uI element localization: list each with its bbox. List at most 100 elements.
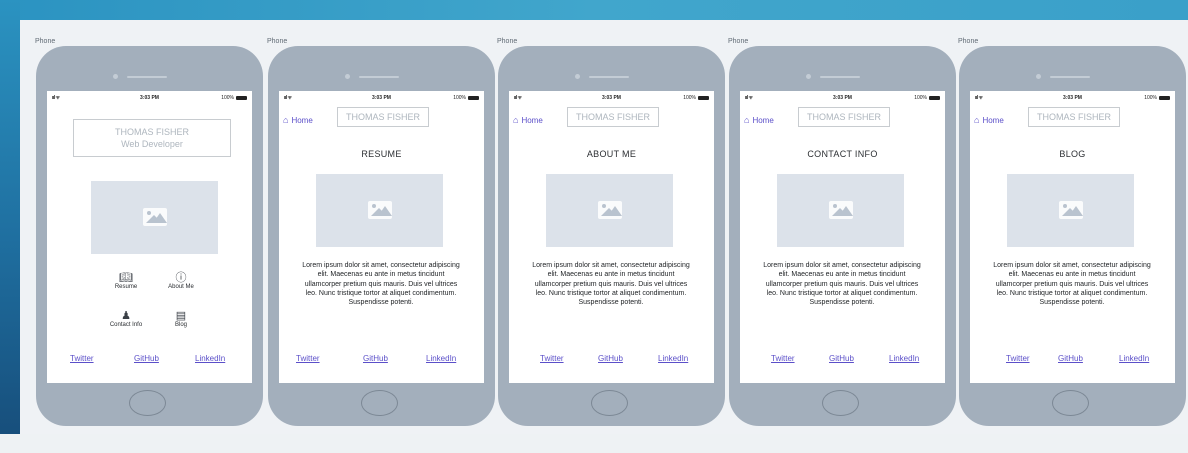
home-icon: ⌂ <box>744 115 750 125</box>
nav-item-label: Resume <box>114 284 138 290</box>
person-add-icon: ♟ <box>121 310 131 322</box>
page-title: ABOUT ME <box>586 149 637 159</box>
phone-label: Phone <box>728 38 749 45</box>
phone-label: Phone <box>958 38 979 45</box>
phone-home: Phone ııl ᯤ 3:03 PM 100% THOMAS FISHER W… <box>35 38 265 453</box>
linkedin-link[interactable]: LinkedIn <box>195 354 225 363</box>
speaker-grille <box>359 76 399 78</box>
battery-icon <box>468 96 479 100</box>
home-link-label: Home <box>752 116 774 125</box>
home-button[interactable] <box>361 390 398 416</box>
battery-icon <box>1159 96 1170 100</box>
subtitle-text: Web Developer <box>121 139 183 149</box>
image-icon <box>143 208 167 226</box>
phone-body: ııl ᯤ 3:03 PM 100% THOMAS FISHER Web Dev… <box>36 46 263 426</box>
nav-item-about-me[interactable]: ⓘ About Me <box>151 272 211 290</box>
phone-body: ııl ᯤ 3:03 PM 100% ⌂ Home THOMAS FISHER A… <box>498 46 725 426</box>
image-placeholder <box>316 174 443 247</box>
phone-screen: ııl ᯤ 3:03 PM 100% THOMAS FISHER Web Dev… <box>47 91 252 383</box>
battery-icon <box>236 96 247 100</box>
github-link[interactable]: GitHub <box>134 354 159 363</box>
top-frame-bar <box>0 0 1188 20</box>
nav-item-blog[interactable]: ▤ Blog <box>151 310 211 328</box>
github-link[interactable]: GitHub <box>598 354 623 363</box>
home-link[interactable]: ⌂ Home <box>744 115 774 125</box>
image-icon <box>368 201 392 219</box>
home-link-label: Home <box>291 116 313 125</box>
battery-percent: 100% <box>683 95 696 101</box>
phone-body: ııl ᯤ 3:03 PM 100% ⌂ Home THOMAS FISHER B… <box>959 46 1186 426</box>
phone-resume: Phone ııl ᯤ 3:03 PM 100% ⌂ Home THOMAS FI… <box>267 38 497 453</box>
speaker-grille <box>127 76 167 78</box>
page-title: BLOG <box>1059 149 1086 159</box>
home-link[interactable]: ⌂ Home <box>283 115 313 125</box>
image-placeholder <box>1007 174 1134 247</box>
phone-screen: ııl ᯤ 3:03 PM 100% ⌂ Home THOMAS FISHER A… <box>509 91 714 383</box>
home-button[interactable] <box>822 390 859 416</box>
battery-percent: 100% <box>1144 95 1157 101</box>
twitter-link[interactable]: Twitter <box>70 354 94 363</box>
linkedin-link[interactable]: LinkedIn <box>1119 354 1149 363</box>
name-box: THOMAS FISHER <box>1028 107 1120 127</box>
github-link[interactable]: GitHub <box>1058 354 1083 363</box>
home-button[interactable] <box>591 390 628 416</box>
nav-item-resume[interactable]: 📖︎ Resume <box>96 272 156 290</box>
linkedin-link[interactable]: LinkedIn <box>658 354 688 363</box>
name-text: THOMAS FISHER <box>114 127 189 137</box>
image-placeholder <box>91 181 218 254</box>
phone-about-me: Phone ııl ᯤ 3:03 PM 100% ⌂ Home THOMAS FI… <box>497 38 727 453</box>
home-link[interactable]: ⌂ Home <box>513 115 543 125</box>
body-text: Lorem ipsum dolor sit amet, consectetur … <box>763 262 921 307</box>
status-bar: ııl ᯤ 3:03 PM 100% <box>279 95 484 103</box>
home-icon: ⌂ <box>513 115 519 125</box>
left-frame-bar <box>0 0 20 434</box>
speaker-grille <box>820 76 860 78</box>
battery-icon <box>698 96 709 100</box>
battery-percent: 100% <box>221 95 234 101</box>
speaker-grille <box>589 76 629 78</box>
image-icon <box>1059 201 1083 219</box>
speaker-grille <box>1050 76 1090 78</box>
battery-percent: 100% <box>914 95 927 101</box>
camera-dot <box>575 74 580 79</box>
battery-icon <box>929 96 940 100</box>
page-title: RESUME <box>361 149 402 159</box>
home-link[interactable]: ⌂ Home <box>974 115 1004 125</box>
camera-dot <box>113 74 118 79</box>
body-text: Lorem ipsum dolor sit amet, consectetur … <box>993 262 1151 307</box>
twitter-link[interactable]: Twitter <box>540 354 564 363</box>
status-bar: ııl ᯤ 3:03 PM 100% <box>740 95 945 103</box>
phone-body: ııl ᯤ 3:03 PM 100% ⌂ Home THOMAS FISHER R… <box>268 46 495 426</box>
phone-screen: ııl ᯤ 3:03 PM 100% ⌂ Home THOMAS FISHER B… <box>970 91 1175 383</box>
github-link[interactable]: GitHub <box>829 354 854 363</box>
book-icon: 📖︎ <box>119 272 133 284</box>
github-link[interactable]: GitHub <box>363 354 388 363</box>
battery-percent: 100% <box>453 95 466 101</box>
home-icon: ⌂ <box>974 115 980 125</box>
image-icon <box>829 201 853 219</box>
twitter-link[interactable]: Twitter <box>771 354 795 363</box>
status-bar: ııl ᯤ 3:03 PM 100% <box>47 95 252 103</box>
camera-dot <box>345 74 350 79</box>
twitter-link[interactable]: Twitter <box>296 354 320 363</box>
twitter-link[interactable]: Twitter <box>1006 354 1030 363</box>
nav-item-contact-info[interactable]: ♟ Contact Info <box>96 310 156 328</box>
image-icon <box>598 201 622 219</box>
name-box: THOMAS FISHER <box>798 107 890 127</box>
status-bar: ııl ᯤ 3:03 PM 100% <box>509 95 714 103</box>
body-text: Lorem ipsum dolor sit amet, consectetur … <box>532 262 690 307</box>
linkedin-link[interactable]: LinkedIn <box>426 354 456 363</box>
home-button[interactable] <box>129 390 166 416</box>
phone-label: Phone <box>35 38 56 45</box>
wireframe-canvas: Phone ııl ᯤ 3:03 PM 100% THOMAS FISHER W… <box>20 20 1188 434</box>
status-bar: ııl ᯤ 3:03 PM 100% <box>970 95 1175 103</box>
page-title: CONTACT INFO <box>807 149 878 159</box>
phone-screen: ııl ᯤ 3:03 PM 100% ⌂ Home THOMAS FISHER R… <box>279 91 484 383</box>
home-button[interactable] <box>1052 390 1089 416</box>
phone-contact-info: Phone ııl ᯤ 3:03 PM 100% ⌂ Home THOMAS FI… <box>728 38 958 453</box>
phone-screen: ııl ᯤ 3:03 PM 100% ⌂ Home THOMAS FISHER C… <box>740 91 945 383</box>
linkedin-link[interactable]: LinkedIn <box>889 354 919 363</box>
nav-item-label: About Me <box>168 284 194 290</box>
name-box: THOMAS FISHER <box>567 107 659 127</box>
phone-blog: Phone ııl ᯤ 3:03 PM 100% ⌂ Home THOMAS FI… <box>958 38 1188 453</box>
